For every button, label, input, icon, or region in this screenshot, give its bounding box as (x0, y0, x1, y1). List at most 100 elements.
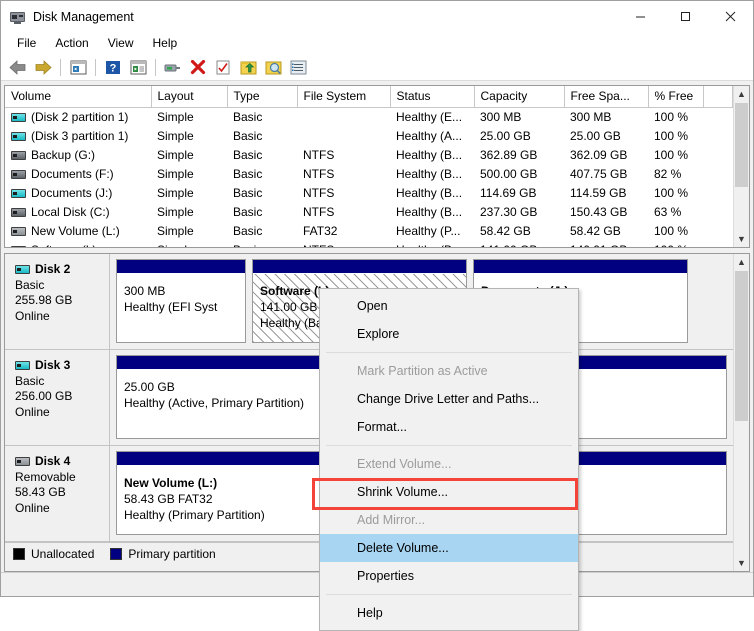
column-header-capacity[interactable]: Capacity (474, 86, 564, 108)
rescan-disks-icon[interactable] (211, 57, 235, 79)
table-row[interactable]: (Disk 3 partition 1)SimpleBasicHealthy (… (5, 127, 733, 146)
disk-name: Disk 4 (35, 454, 70, 470)
cell-percent-free: 100 % (648, 108, 703, 127)
column-header-status[interactable]: Status (390, 86, 474, 108)
context-menu-item-format[interactable]: Format... (320, 413, 578, 441)
cell-free-space-text: 114.59 GB (570, 186, 626, 200)
cell-volume: Documents (J:) (5, 184, 151, 203)
context-menu-item-delete-volume[interactable]: Delete Volume... (320, 534, 578, 562)
list-view-icon[interactable] (286, 57, 310, 79)
cell-free-space-text: 300 MB (570, 110, 611, 124)
cell-capacity: 25.00 GB (474, 127, 564, 146)
disk-info-panel[interactable]: Disk 3Basic256.00 GBOnline (5, 350, 110, 445)
disk-info-panel[interactable]: Disk 2Basic255.98 GBOnline (5, 254, 110, 349)
scroll-down-icon[interactable]: ▼ (737, 555, 746, 571)
cell-free-space: 140.91 GB (564, 241, 648, 248)
context-menu-item-add-mirror: Add Mirror... (320, 506, 578, 534)
cell-percent-free: 63 % (648, 203, 703, 222)
cell-layout: Simple (151, 222, 227, 241)
cell-volume-text: (Disk 3 partition 1) (31, 129, 128, 143)
disk-info-panel[interactable]: Disk 4Removable58.43 GBOnline (5, 446, 110, 541)
scroll-down-icon[interactable]: ▼ (737, 231, 746, 247)
context-menu-item-open[interactable]: Open (320, 292, 578, 320)
column-header-volume[interactable]: Volume (5, 86, 151, 108)
volume-table: Volume Layout Type File System Status Ca… (5, 86, 733, 247)
scrollbar-thumb[interactable] (735, 271, 748, 421)
title-bar: Disk Management (1, 1, 753, 32)
context-menu-item-shrink-volume[interactable]: Shrink Volume... (320, 478, 578, 506)
column-header-layout[interactable]: Layout (151, 86, 227, 108)
svg-text:?: ? (110, 63, 117, 75)
menu-item-help[interactable]: Help (144, 34, 188, 53)
cell-percent-free-text: 100 % (654, 243, 688, 247)
show-hide-console-tree-icon[interactable] (126, 57, 150, 79)
cell-capacity-text: 500.00 GB (480, 167, 537, 181)
menu-item-file[interactable]: File (8, 34, 46, 53)
table-row[interactable]: Local Disk (C:)SimpleBasicNTFSHealthy (B… (5, 203, 733, 222)
cell-file-system (297, 108, 390, 127)
properties-icon[interactable] (161, 57, 185, 79)
column-header-free-space[interactable]: Free Spa... (564, 86, 648, 108)
cell-status-text: Healthy (E... (396, 110, 462, 124)
cell-status: Healthy (B... (390, 165, 474, 184)
cell-layout: Simple (151, 184, 227, 203)
context-menu-item-help[interactable]: Help (320, 599, 578, 627)
table-row[interactable]: Documents (J:)SimpleBasicNTFSHealthy (B.… (5, 184, 733, 203)
cell-filler (703, 127, 733, 146)
close-button[interactable] (708, 1, 753, 32)
delete-icon[interactable] (186, 57, 210, 79)
table-row[interactable]: Backup (G:)SimpleBasicNTFSHealthy (B...3… (5, 146, 733, 165)
column-header-type[interactable]: Type (227, 86, 297, 108)
minimize-button[interactable] (618, 1, 663, 32)
volume-list-scrollbar[interactable]: ▲ ▼ (733, 86, 749, 247)
cell-status: Healthy (B... (390, 241, 474, 248)
cell-percent-free-text: 82 % (654, 167, 681, 181)
cell-file-system-text: NTFS (303, 186, 334, 200)
partition-block[interactable]: 300 MBHealthy (EFI Syst (116, 259, 246, 343)
create-volume-icon[interactable] (236, 57, 260, 79)
cell-file-system-text: NTFS (303, 148, 334, 162)
search-disks-icon[interactable] (261, 57, 285, 79)
menu-item-view[interactable]: View (99, 34, 144, 53)
legend-item: Primary partition (110, 547, 215, 561)
menu-item-action[interactable]: Action (46, 34, 98, 53)
cell-layout-text: Simple (157, 129, 194, 143)
cell-file-system: NTFS (297, 203, 390, 222)
disk-name: Disk 3 (35, 358, 70, 374)
disk-management-icon (10, 9, 26, 25)
cell-capacity: 237.30 GB (474, 203, 564, 222)
cell-type-text: Basic (233, 167, 262, 181)
cell-type: Basic (227, 146, 297, 165)
cell-free-space: 114.59 GB (564, 184, 648, 203)
table-row[interactable]: Documents (F:)SimpleBasicNTFSHealthy (B.… (5, 165, 733, 184)
disk-pane-scrollbar[interactable]: ▲ ▼ (733, 254, 749, 571)
column-header-percent-free[interactable]: % Free (648, 86, 703, 108)
context-menu-item-properties[interactable]: Properties (320, 562, 578, 590)
cell-capacity-text: 25.00 GB (480, 129, 531, 143)
context-menu-separator (326, 445, 572, 446)
volume-drive-icon (11, 189, 26, 198)
cell-layout-text: Simple (157, 167, 194, 181)
table-row[interactable]: (Disk 2 partition 1)SimpleBasicHealthy (… (5, 108, 733, 127)
up-one-level-icon[interactable] (66, 57, 90, 79)
disk-drive-icon (15, 361, 30, 370)
forward-icon[interactable] (31, 57, 55, 79)
scroll-up-icon[interactable]: ▲ (737, 254, 746, 270)
context-menu-item-explore[interactable]: Explore (320, 320, 578, 348)
cell-volume-text: Documents (F:) (31, 167, 114, 181)
table-row[interactable]: Software (I:)SimpleBasicNTFSHealthy (B..… (5, 241, 733, 248)
cell-capacity-text: 141.00 GB (480, 243, 537, 247)
cell-file-system: NTFS (297, 184, 390, 203)
context-menu-item-change-drive-letter-and-paths[interactable]: Change Drive Letter and Paths... (320, 385, 578, 413)
help-icon[interactable]: ? (101, 57, 125, 79)
scroll-up-icon[interactable]: ▲ (737, 86, 746, 102)
disk-title: Disk 4 (15, 454, 109, 470)
column-header-file-system[interactable]: File System (297, 86, 390, 108)
scrollbar-thumb[interactable] (735, 103, 748, 187)
cell-percent-free-text: 100 % (654, 129, 688, 143)
cell-type-text: Basic (233, 243, 262, 247)
table-row[interactable]: New Volume (L:)SimpleBasicFAT32Healthy (… (5, 222, 733, 241)
back-icon[interactable] (6, 57, 30, 79)
maximize-button[interactable] (663, 1, 708, 32)
cell-capacity-text: 114.69 GB (480, 186, 536, 200)
